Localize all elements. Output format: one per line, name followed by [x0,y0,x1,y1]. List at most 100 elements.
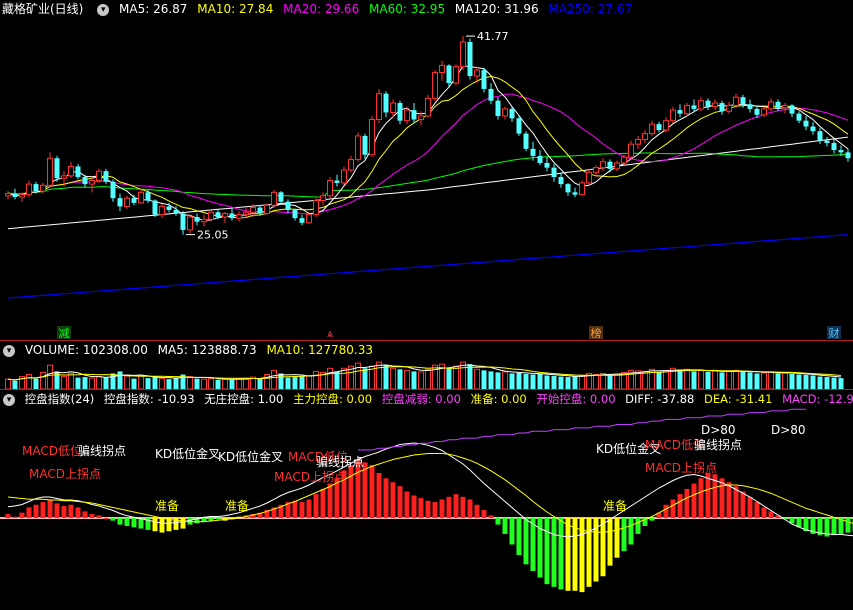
volume-bar [803,375,809,389]
volume-bar [600,372,606,389]
volume-bar [712,370,718,389]
volume-bar [376,361,382,389]
ma120-readout: MA120: 31.96 [454,2,539,16]
macd-bar [502,518,508,534]
volume-bar [740,371,746,389]
candle-body [145,192,151,201]
ma5-readout: MA5: 26.87 [119,2,188,16]
volume-bar [796,374,802,389]
volume-bar [579,375,585,389]
volume-bar [838,378,844,389]
indicator-name[interactable]: 控盘指数(24) [25,392,95,406]
macd-bar [82,511,88,518]
macd-bar [103,518,109,519]
volume-bar [425,368,431,389]
volume-bar [768,371,774,389]
macd-bar [544,518,550,585]
candle-body [523,133,529,149]
volume-bar [614,373,620,389]
macd-bar [306,499,312,518]
volume-bar [362,368,368,389]
signal-label: 骗线拐点 [694,437,742,452]
candle-body [418,115,424,120]
candle-body [509,108,515,119]
candle-body [803,120,809,127]
macd-bar [747,496,753,518]
candle-body [390,102,396,113]
volume-bar [355,362,361,389]
macd-bar [320,488,326,518]
volume-bar [663,369,669,389]
volume-bar [754,373,760,389]
volume-bar [145,378,151,389]
volume-bar [313,370,319,389]
macd-bar [47,499,53,518]
macd-bar [180,518,186,529]
candle-body [635,138,641,145]
volume-bar [432,364,438,389]
candle-body [229,213,235,219]
candle-body [698,100,704,110]
candle-body [320,195,326,202]
volume-bar [488,371,494,389]
candle-body [530,148,536,156]
macd-bar [33,504,39,518]
candle-body [810,126,816,132]
candle-body [299,218,305,223]
candle-body [208,211,214,220]
macd-bar [439,499,445,518]
macd-bar [348,465,354,518]
candle-body [796,113,802,121]
volume-bar [201,378,207,389]
candle-body [243,211,249,216]
candle-body [61,175,67,179]
candle-body [516,118,522,134]
candle-body [159,205,165,216]
candle-body [740,97,746,105]
ma60-readout: MA60: 32.95 [369,2,446,16]
volume-collapse-icon[interactable]: ▾ [3,345,15,357]
candle-body [404,109,410,122]
volume-bar [82,377,88,389]
volume-bar [257,378,263,389]
candle-body [369,118,375,156]
macd-bar [663,504,669,518]
macd-bar [75,507,81,518]
macd-bar [740,491,746,518]
high-price-label: 41.77 [477,30,509,43]
volume-bar [89,377,95,389]
candle-body [124,197,130,207]
macd-bar [110,518,116,521]
indicator-chart[interactable]: MACD低位骗线拐点 KD低位金叉KD低位金叉 MACD低位骗线拐点MACD上拐点M… [0,408,853,608]
macd-bar [719,478,725,518]
candle-body [68,165,74,177]
signal-label: 骗线拐点 [316,454,364,469]
candle-body [768,101,774,110]
price-chart[interactable]: 41.77 25.05 减 ⩓ 榜 财 [0,18,853,340]
volume-bar [677,370,683,389]
candle-body [691,105,697,109]
signal-label: MACD上拐点 [274,469,346,484]
macd-bar [614,518,620,558]
macd-bar [831,518,837,536]
macd-bar [292,500,298,518]
volume-header: ▾ VOLUME: 102308.00 MA5: 123888.73 MA10:… [0,341,853,359]
candle-body [82,177,88,185]
signal-label: 准备 [155,499,179,513]
volume-bar [222,378,228,389]
volume-bar [831,377,837,389]
event-marker: 榜 [591,326,602,340]
signal-label: D>80 [701,423,736,437]
macd-bar [411,495,417,518]
collapse-toggle-icon[interactable]: ▾ [97,4,110,16]
candle-body [12,193,18,198]
macd-bar [208,518,214,521]
indicator-collapse-icon[interactable]: ▾ [3,394,15,406]
volume-bar [453,365,459,389]
macd-bar [474,504,480,518]
volume-ma5-readout: MA5: 123888.73 [157,343,257,357]
candle-body [348,158,354,171]
volume-bar [565,377,571,389]
volume-chart[interactable] [0,359,853,389]
volume-bar [558,376,564,389]
